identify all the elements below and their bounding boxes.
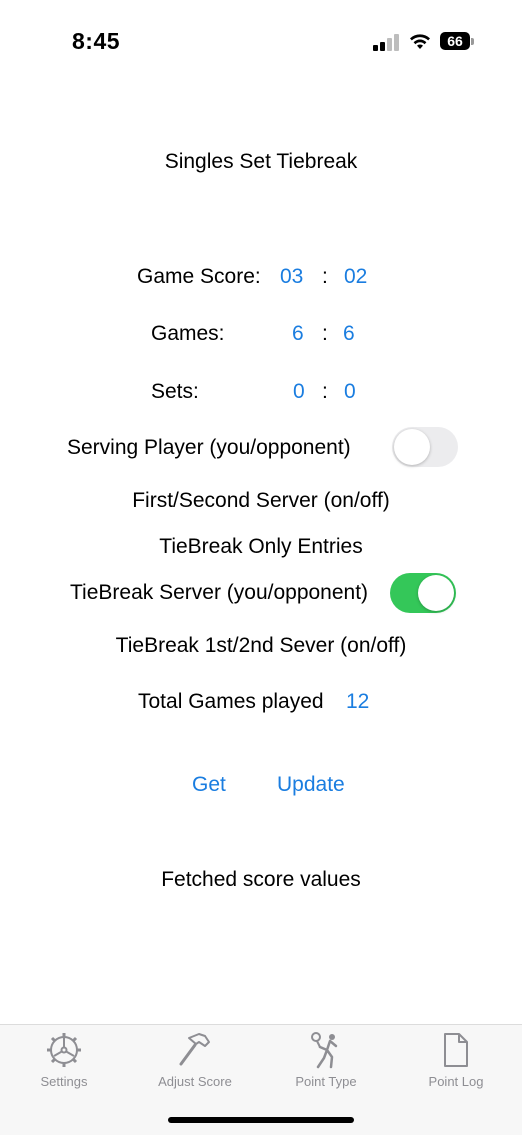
tab-point-type[interactable]: Point Type	[261, 1030, 391, 1089]
game-score-label: Game Score:	[137, 265, 261, 288]
battery-icon: 66	[440, 32, 474, 52]
wifi-icon	[410, 34, 430, 49]
tab-label: Point Type	[295, 1074, 357, 1089]
game-score-player-value[interactable]: 03	[280, 265, 303, 289]
sets-opponent-value[interactable]: 0	[344, 380, 356, 404]
total-games-label: Total Games played	[138, 690, 324, 713]
tab-settings[interactable]: Settings	[0, 1030, 129, 1089]
serving-player-label: Serving Player (you/opponent)	[67, 436, 351, 459]
toggle-knob	[418, 575, 454, 611]
document-icon	[444, 1033, 468, 1067]
game-score-separator: :	[322, 265, 328, 288]
games-separator: :	[322, 322, 328, 345]
cellular-signal-icon	[373, 33, 401, 51]
tiebreak-server-toggle[interactable]	[390, 573, 456, 613]
toggle-knob	[394, 429, 430, 465]
tab-point-log[interactable]: Point Log	[391, 1030, 521, 1089]
game-score-opponent-value[interactable]: 02	[344, 265, 367, 289]
tab-label: Adjust Score	[158, 1074, 232, 1089]
fetched-score-status: Fetched score values	[161, 868, 361, 891]
total-games-value: 12	[346, 690, 370, 713]
sets-label: Sets:	[151, 380, 199, 403]
home-indicator	[168, 1117, 354, 1123]
tab-label: Settings	[40, 1074, 88, 1089]
tiebreak-only-entries-heading: TieBreak Only Entries	[159, 535, 363, 558]
tiebreak-first-second-sever-label: TieBreak 1st/2nd Sever (on/off)	[115, 634, 407, 657]
tab-label: Point Log	[428, 1074, 484, 1089]
tab-adjust-score[interactable]: Adjust Score	[130, 1030, 260, 1089]
tennis-player-icon	[311, 1032, 338, 1069]
sets-separator: :	[322, 380, 328, 403]
serving-player-toggle[interactable]	[392, 427, 458, 467]
status-time: 8:45	[72, 28, 121, 54]
update-button[interactable]: Update	[277, 773, 345, 797]
get-button[interactable]: Get	[192, 773, 226, 797]
games-label: Games:	[151, 322, 225, 345]
games-opponent-value[interactable]: 6	[343, 322, 355, 346]
games-player-value[interactable]: 6	[292, 322, 304, 346]
battery-percent: 66	[447, 33, 463, 49]
first-second-server-label: First/Second Server (on/off)	[132, 489, 390, 512]
page-title: Singles Set Tiebreak	[164, 150, 358, 173]
tiebreak-server-label: TieBreak Server (you/opponent)	[70, 581, 369, 604]
sets-player-value[interactable]: 0	[293, 380, 305, 404]
gear-icon	[47, 1033, 81, 1067]
hammer-icon	[179, 1033, 210, 1066]
